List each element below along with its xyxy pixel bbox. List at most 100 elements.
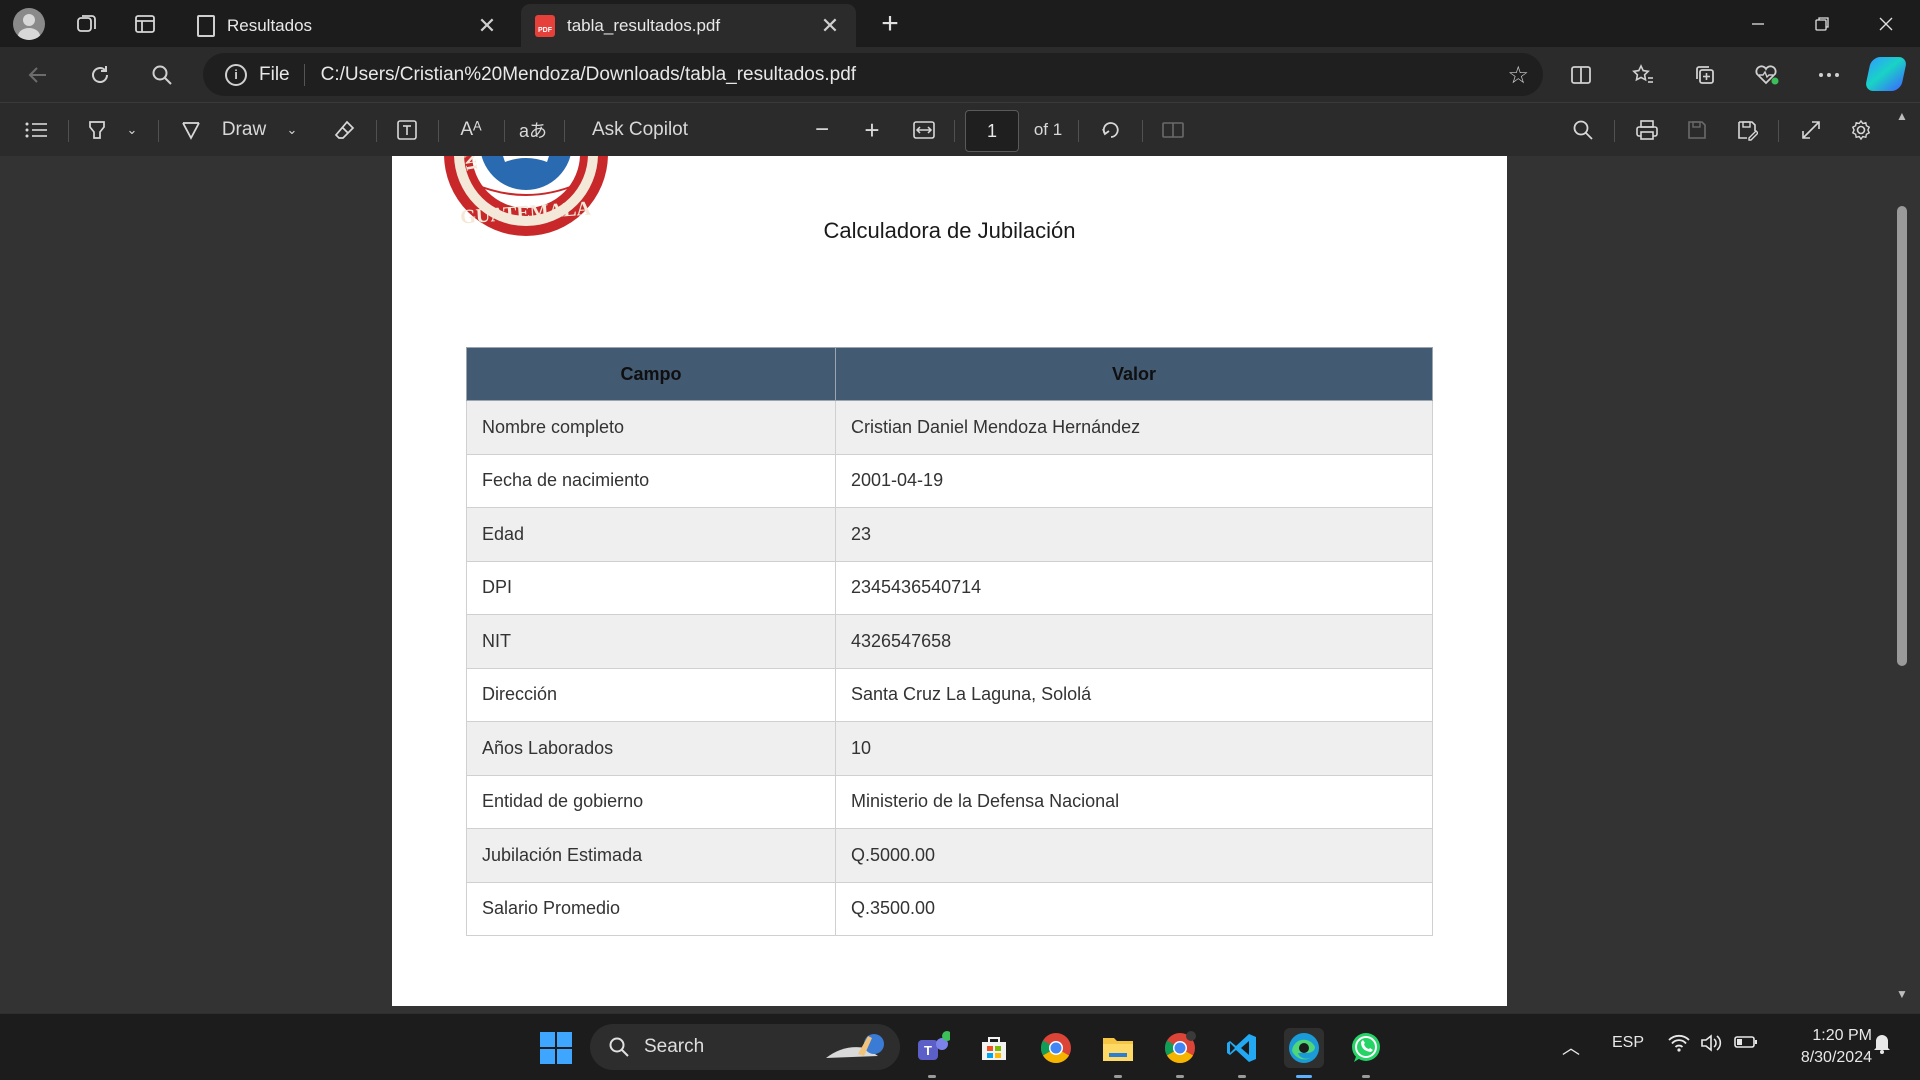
close-window-button[interactable] — [1854, 0, 1918, 47]
wifi-icon[interactable] — [1668, 1034, 1690, 1057]
running-indicator — [1238, 1075, 1246, 1078]
table-row: Nombre completo Cristian Daniel Mendoza H… — [466, 400, 1433, 455]
info-icon[interactable]: i — [225, 63, 247, 86]
draw-button[interactable]: Draw — [216, 113, 272, 147]
scroll-thumb[interactable] — [1897, 206, 1907, 666]
workspaces-icon[interactable] — [58, 0, 116, 47]
battery-icon[interactable] — [1734, 1034, 1758, 1055]
page-number-input[interactable]: 1 — [965, 110, 1019, 152]
find-icon[interactable] — [1568, 113, 1598, 147]
settings-gear-icon[interactable] — [1844, 113, 1878, 147]
separator — [504, 120, 505, 142]
refresh-button[interactable] — [80, 55, 120, 95]
highlight-icon[interactable] — [82, 113, 112, 147]
read-aloud-icon[interactable]: Aᴬ — [452, 113, 490, 147]
vertical-scrollbar[interactable]: ▲ ▼ — [1896, 102, 1908, 1013]
browser-essentials-icon[interactable] — [1747, 55, 1787, 95]
table-header-row: Campo Valor — [466, 347, 1433, 401]
vscode-icon[interactable] — [1222, 1028, 1262, 1078]
new-tab-button[interactable]: + — [872, 6, 908, 42]
separator — [564, 120, 565, 142]
cell-valor: 4326547658 — [835, 614, 1433, 669]
tab-actions-icon[interactable] — [116, 0, 174, 47]
chrome-icon[interactable] — [1036, 1028, 1076, 1068]
zoom-in-button[interactable]: + — [858, 113, 886, 147]
navigation-bar: i File C:/Users/Cristian%20Mendoza/Downl… — [0, 47, 1920, 102]
page-view-icon[interactable] — [1158, 113, 1188, 147]
volume-icon[interactable] — [1700, 1034, 1722, 1057]
profile-avatar[interactable] — [0, 0, 58, 47]
svg-text:NI: NI — [460, 156, 480, 172]
favorite-star-icon[interactable]: ☆ — [1507, 61, 1529, 90]
back-button[interactable] — [18, 55, 58, 95]
table-row: NIT 4326547658 — [466, 614, 1433, 669]
url-text[interactable]: C:/Users/Cristian%20Mendoza/Downloads/ta… — [321, 64, 856, 86]
separator — [68, 120, 69, 142]
cell-valor: Q.5000.00 — [835, 828, 1433, 883]
close-tab-icon[interactable]: ✕ — [475, 13, 499, 39]
taskbar-search[interactable]: Search — [590, 1024, 900, 1070]
show-hidden-icons-chevron-icon[interactable]: ︿ — [1562, 1034, 1580, 1060]
contents-list-icon[interactable] — [18, 113, 54, 147]
favorites-icon[interactable] — [1623, 55, 1663, 95]
collections-icon[interactable] — [1685, 55, 1725, 95]
tab-resultados[interactable]: Resultados ✕ — [183, 4, 513, 47]
page-total-label: of 1 — [1033, 120, 1063, 139]
tab-label: Resultados — [227, 15, 313, 35]
teams-icon[interactable]: T — [912, 1028, 952, 1078]
cell-valor: 10 — [835, 721, 1433, 776]
save-icon[interactable] — [1680, 113, 1714, 147]
windows-logo-icon — [540, 1032, 572, 1064]
table-row: Jubilación Estimada Q.5000.00 — [466, 828, 1433, 883]
chevron-down-icon[interactable]: ⌄ — [282, 113, 302, 147]
scroll-down-arrow-icon[interactable]: ▼ — [1896, 988, 1908, 1000]
zoom-out-button[interactable]: − — [808, 113, 836, 147]
rotate-icon[interactable] — [1096, 113, 1126, 147]
add-text-icon[interactable] — [390, 113, 424, 147]
save-as-icon[interactable] — [1730, 113, 1764, 147]
notifications-bell-icon[interactable] — [1872, 1032, 1892, 1059]
table-row: Salario Promedio Q.3500.00 — [466, 881, 1433, 936]
avatar-icon — [13, 7, 45, 40]
cell-campo: Entidad de gobierno — [466, 774, 836, 829]
separator — [1614, 120, 1615, 142]
clock-date: 8/30/2024 — [1800, 1049, 1872, 1066]
fit-width-icon[interactable] — [908, 113, 940, 147]
edge-icon[interactable] — [1284, 1028, 1324, 1078]
table-row: Fecha de nacimiento 2001-04-19 — [466, 453, 1433, 508]
chrome-profile-icon[interactable] — [1160, 1028, 1200, 1078]
cell-campo: Años Laborados — [466, 721, 836, 776]
scroll-up-arrow-icon[interactable]: ▲ — [1896, 110, 1908, 122]
translate-icon[interactable]: aあ — [516, 113, 550, 147]
ask-copilot-button[interactable]: Ask Copilot — [580, 113, 700, 147]
cell-campo: Edad — [466, 507, 836, 562]
tab-tabla-resultados[interactable]: PDF tabla_resultados.pdf ✕ — [521, 4, 856, 47]
pdf-page: GUATEMALA NI VEZ Calculadora de Jubilaci… — [392, 156, 1507, 1006]
cell-valor: 23 — [835, 507, 1433, 562]
running-indicator — [1176, 1075, 1184, 1078]
separator — [1778, 120, 1779, 142]
eraser-icon[interactable] — [328, 113, 362, 147]
more-options-icon[interactable] — [1809, 55, 1849, 95]
split-screen-icon[interactable] — [1561, 55, 1601, 95]
start-button[interactable] — [536, 1028, 576, 1068]
address-bar[interactable]: i File C:/Users/Cristian%20Mendoza/Downl… — [203, 53, 1543, 96]
cell-campo: Fecha de nacimiento — [466, 453, 836, 508]
separator — [1078, 120, 1079, 142]
search-icon[interactable] — [142, 55, 182, 95]
whatsapp-icon[interactable] — [1346, 1028, 1386, 1078]
search-label: Search — [644, 1036, 705, 1057]
restore-button[interactable] — [1790, 0, 1854, 47]
fullscreen-icon[interactable] — [1794, 113, 1828, 147]
close-tab-icon[interactable]: ✕ — [818, 13, 842, 39]
clock[interactable]: 1:20 PM 8/30/2024 — [1776, 1025, 1872, 1069]
store-icon[interactable] — [974, 1028, 1014, 1068]
minimize-button[interactable] — [1726, 0, 1790, 47]
chevron-down-icon[interactable]: ⌄ — [122, 113, 142, 147]
draw-icon[interactable] — [176, 113, 206, 147]
cell-valor: Q.3500.00 — [835, 881, 1433, 936]
language-indicator[interactable]: ESP — [1612, 1034, 1644, 1052]
pdf-viewer[interactable]: GUATEMALA NI VEZ Calculadora de Jubilaci… — [0, 156, 1920, 1013]
print-icon[interactable] — [1630, 113, 1664, 147]
file-explorer-icon[interactable] — [1098, 1028, 1138, 1078]
